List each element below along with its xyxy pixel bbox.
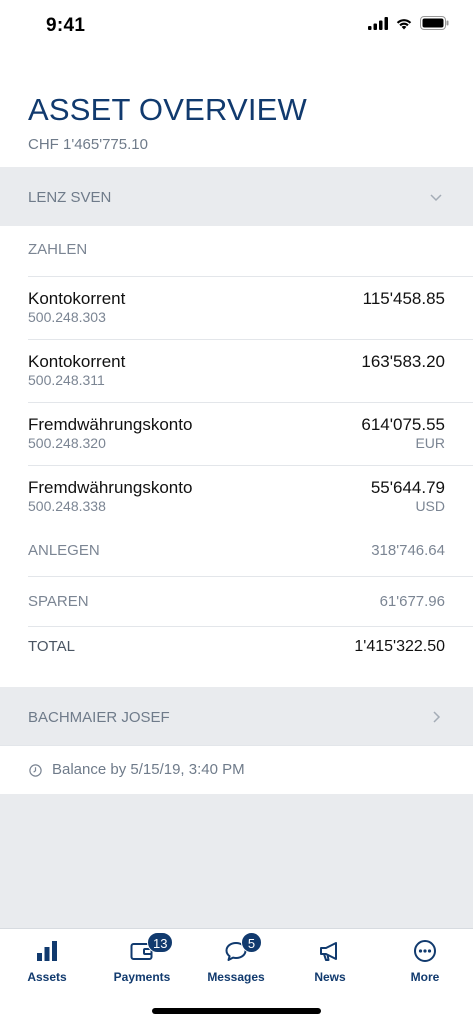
total-row: TOTAL 1'415'322.50 (0, 622, 473, 672)
account-name: Kontokorrent (28, 289, 126, 308)
anlegen-label: ANLEGEN (28, 542, 100, 559)
section-header-label: LENZ SVEN (28, 189, 112, 206)
account-number: 500.248.320 (28, 435, 106, 451)
account-row[interactable]: Fremdwährungskonto 500.248.320 614'075.5… (0, 403, 473, 466)
home-indicator (152, 1008, 321, 1014)
status-bar: 9:41 (0, 0, 473, 52)
empty-area (0, 794, 473, 928)
tab-label: Messages (207, 970, 265, 984)
tab-label: Assets (27, 970, 67, 984)
account-name: Kontokorrent (28, 352, 126, 371)
account-name: Fremdwährungskonto (28, 415, 193, 434)
page-title: ASSET OVERVIEW (28, 92, 308, 127)
account-amount: 115'458.85 (362, 289, 445, 308)
tab-news[interactable]: News (283, 929, 377, 991)
group-label-zahlen: ZAHLEN (28, 241, 88, 258)
total-assets-amount: CHF 1'465'775.10 (28, 136, 148, 153)
tab-label: News (314, 970, 346, 984)
tab-label: More (410, 970, 440, 984)
account-number: 500.248.311 (28, 372, 105, 388)
chevron-right-icon (433, 711, 441, 723)
more-icon (414, 940, 436, 962)
signal-icon (368, 16, 388, 30)
sparen-label: SPAREN (28, 593, 89, 610)
chevron-down-icon (430, 194, 442, 202)
account-row[interactable]: Fremdwährungskonto 500.248.338 55'644.79… (0, 466, 473, 529)
status-icons (368, 16, 449, 30)
account-row[interactable]: Kontokorrent 500.248.303 115'458.85 (0, 277, 473, 340)
clock-icon (29, 764, 42, 777)
account-amount: 163'583.20 (361, 352, 445, 371)
balance-timestamp: Balance by 5/15/19, 3:40 PM (0, 745, 473, 794)
battery-icon (420, 16, 449, 30)
sparen-value: 61'677.96 (379, 593, 445, 610)
status-time: 9:41 (46, 15, 86, 36)
account-currency: USD (415, 498, 445, 514)
total-label: TOTAL (28, 638, 75, 655)
anlegen-row[interactable]: ANLEGEN 318'746.64 (0, 526, 473, 576)
account-amount: 614'075.55 (361, 415, 445, 434)
account-currency: EUR (415, 435, 445, 451)
payments-badge: 13 (147, 932, 174, 953)
sparen-row[interactable]: SPAREN 61'677.96 (0, 577, 473, 627)
account-number: 500.248.303 (28, 309, 106, 325)
anlegen-value: 318'746.64 (371, 542, 445, 559)
section-header-label: BACHMAIER JOSEF (28, 709, 170, 726)
tab-messages[interactable]: 5 Messages (189, 929, 283, 991)
account-amount: 55'644.79 (370, 478, 445, 497)
account-number: 500.248.338 (28, 498, 106, 514)
tab-payments[interactable]: 13 Payments (95, 929, 189, 991)
megaphone-icon (320, 942, 337, 961)
tab-assets[interactable]: Assets (0, 929, 94, 991)
account-name: Fremdwährungskonto (28, 478, 193, 497)
balance-text: Balance by 5/15/19, 3:40 PM (52, 761, 245, 778)
messages-badge: 5 (241, 932, 262, 953)
section-header-bachmaier-josef[interactable]: BACHMAIER JOSEF (0, 687, 473, 746)
wifi-icon (396, 18, 412, 29)
tab-label: Payments (113, 970, 171, 984)
bar-chart-icon (37, 941, 57, 961)
account-row[interactable]: Kontokorrent 500.248.311 163'583.20 (0, 340, 473, 403)
total-value: 1'415'322.50 (354, 638, 445, 655)
section-header-lenz-sven[interactable]: LENZ SVEN (0, 167, 473, 226)
tab-more[interactable]: More (378, 929, 472, 991)
